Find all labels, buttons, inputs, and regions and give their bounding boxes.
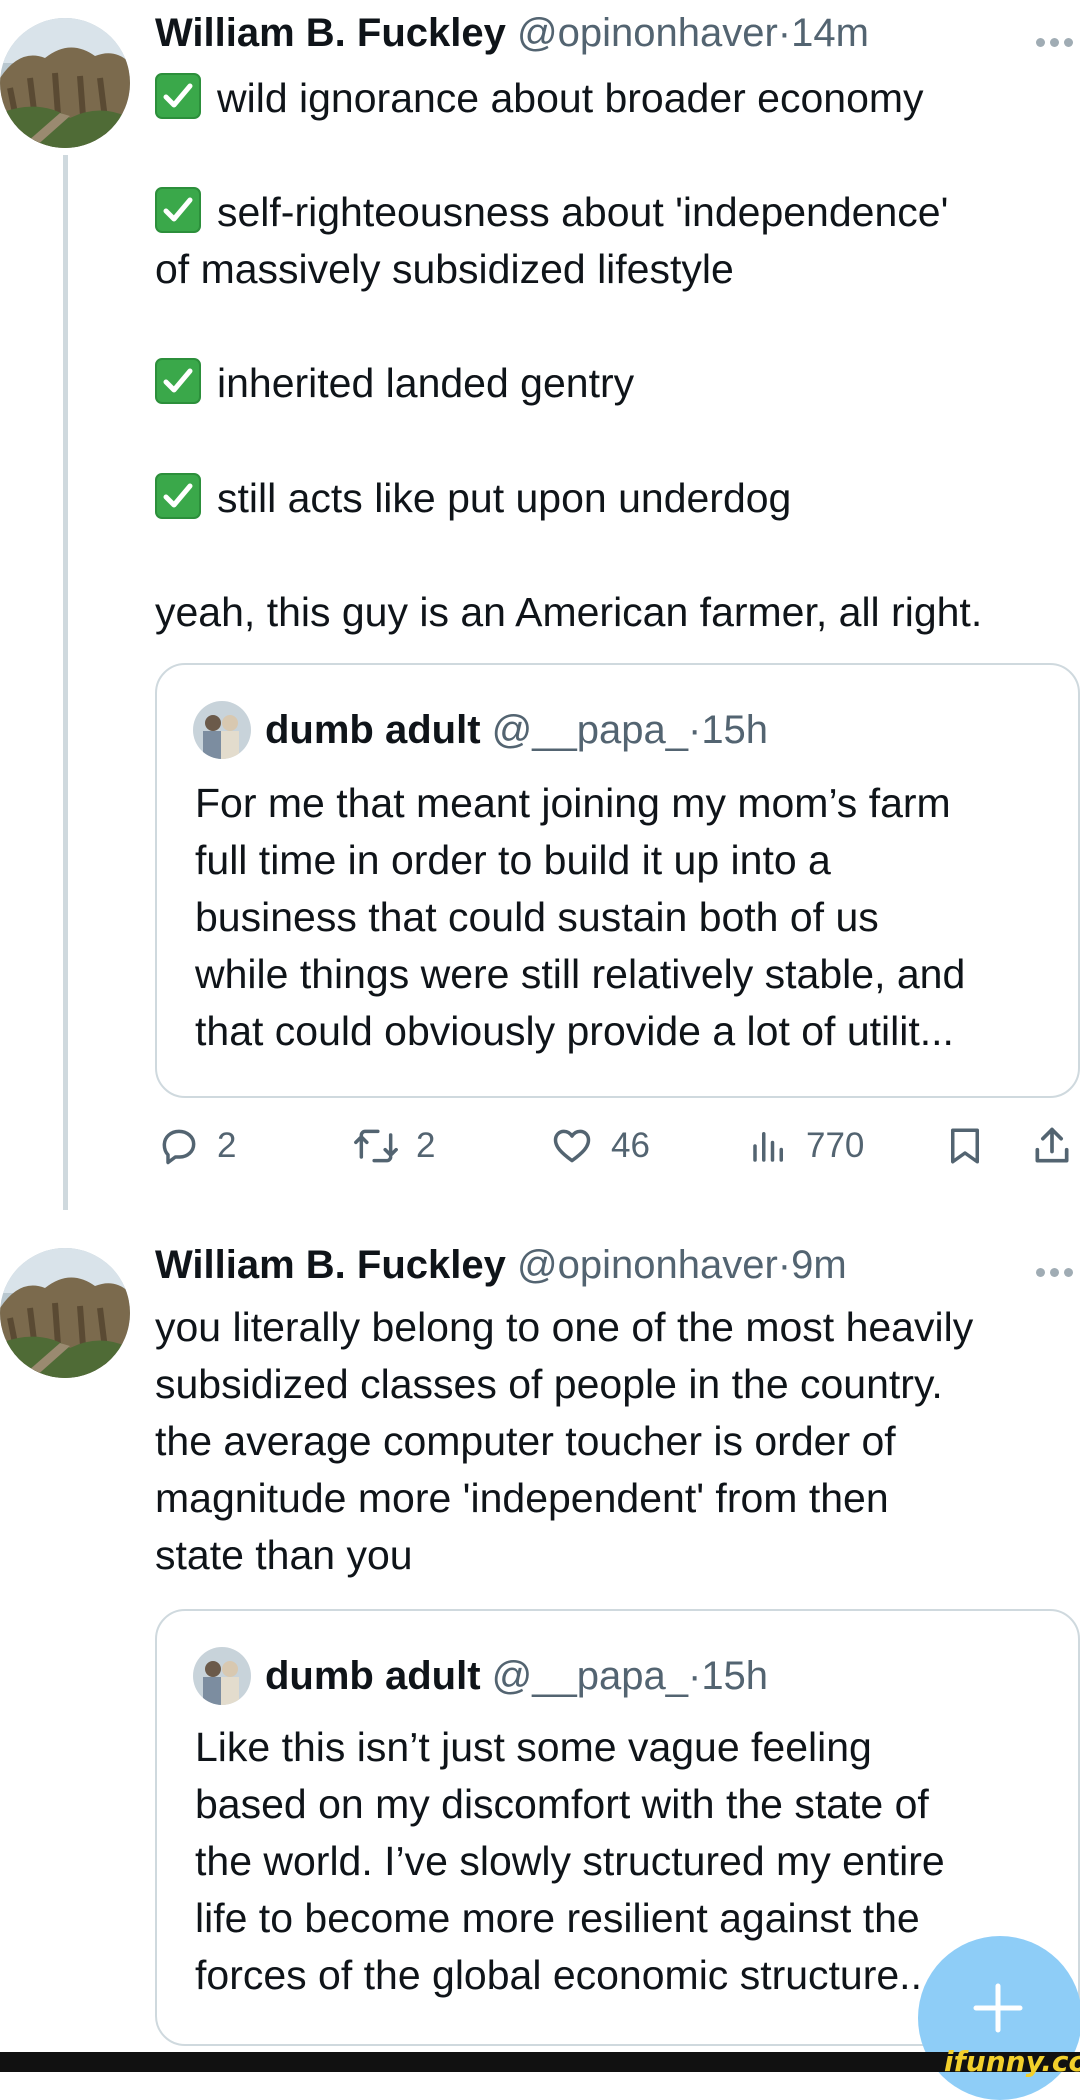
quoted-tweet-card[interactable]: dumb adult @__papa_·15h For me that mean…: [155, 663, 1080, 1098]
reply-icon: [162, 1129, 196, 1165]
views-count: 770: [806, 1126, 865, 1165]
tweet-text-line: you literally belong to one of the most …: [155, 1304, 974, 1350]
quoted-text-line: that could obviously provide a lot of ut…: [195, 1008, 954, 1054]
heart-icon: [553, 1129, 591, 1163]
separator-dot: ·: [777, 11, 792, 55]
quoted-text-line: For me that meant joining my mom’s farm: [195, 780, 951, 826]
quoted-tweet-timestamp: 15h: [701, 708, 769, 752]
tweet-text-line: state than you: [155, 1532, 413, 1578]
author-avatar[interactable]: [0, 1248, 130, 1378]
tweet-text-line: wild ignorance about broader economy: [155, 70, 924, 126]
quoted-author-handle: @__papa_: [491, 1654, 688, 1698]
repost-count: 2: [416, 1126, 436, 1165]
quoted-text-line: full time in order to build it up into a: [195, 837, 831, 883]
quoted-text-line: while things were still relatively stabl…: [195, 951, 966, 997]
tweet-text-line: yeah, this guy is an American farmer, al…: [155, 589, 983, 635]
quoted-author-avatar: [193, 1647, 251, 1705]
check-mark-icon: [155, 73, 201, 119]
quoted-tweet-header: dumb adult @__papa_·15h: [265, 708, 769, 752]
tweet-timestamp[interactable]: 14m: [791, 11, 869, 55]
compose-plus-icon: [973, 1983, 1023, 2033]
reply-button[interactable]: 2: [157, 1118, 236, 1174]
tweet-text-line: magnitude more 'independent' from then: [155, 1475, 889, 1521]
quoted-text-line: forces of the global economic structure.…: [195, 1952, 945, 1998]
author-name[interactable]: William B. Fuckley: [155, 1243, 506, 1287]
share-icon: [1035, 1127, 1069, 1163]
compose-button[interactable]: [918, 1936, 1080, 2100]
more-icon[interactable]: [1036, 1264, 1080, 1284]
quoted-text-line: the world. I’ve slowly structured my ent…: [195, 1838, 945, 1884]
quoted-author-name: dumb adult: [265, 708, 481, 752]
quoted-text-line: based on my discomfort with the state of: [195, 1781, 929, 1827]
quoted-text-line: business that could sustain both of us: [195, 894, 879, 940]
quoted-tweet-timestamp: 15h: [701, 1654, 769, 1698]
separator-dot: ·: [777, 1243, 792, 1287]
author-avatar[interactable]: [0, 18, 130, 148]
tweet-header: William B. Fuckley @opinonhaver·14m: [155, 8, 869, 58]
tweet-text-line: subsidized classes of people in the coun…: [155, 1361, 943, 1407]
quoted-author-avatar: [193, 701, 251, 759]
views-icon: [753, 1132, 783, 1162]
more-icon[interactable]: [1036, 34, 1080, 54]
tweet-text-line: still acts like put upon underdog: [155, 470, 791, 526]
tweet-text-line: self-righteousness about 'independence': [155, 184, 948, 240]
like-button[interactable]: 46: [549, 1118, 650, 1174]
bookmark-button[interactable]: [944, 1118, 986, 1174]
like-count: 46: [611, 1126, 650, 1165]
tweet-text-line: of massively subsidized lifestyle: [155, 246, 734, 292]
tweet-text-line: the average computer toucher is order of: [155, 1418, 896, 1464]
repost-icon: [354, 1129, 398, 1163]
reply-count: 2: [217, 1126, 237, 1165]
author-name[interactable]: William B. Fuckley: [155, 11, 506, 55]
check-mark-icon: [155, 358, 201, 404]
quoted-author-name: dumb adult: [265, 1654, 481, 1698]
share-button[interactable]: [1030, 1118, 1074, 1174]
tweet-header: William B. Fuckley @opinonhaver·9m: [155, 1240, 847, 1290]
tweet-timestamp[interactable]: 9m: [791, 1243, 847, 1287]
check-mark-icon: [155, 187, 201, 233]
repost-button[interactable]: 2: [352, 1118, 435, 1174]
quoted-text-line: Like this isn’t just some vague feeling: [195, 1724, 872, 1770]
thread-connector-line: [63, 155, 68, 1210]
author-handle[interactable]: @opinonhaver: [517, 1243, 778, 1287]
watermark-bar: [0, 2052, 1080, 2072]
quoted-text-line: life to become more resilient against th…: [195, 1895, 920, 1941]
views-button[interactable]: 770: [748, 1118, 864, 1174]
check-mark-icon: [155, 473, 201, 519]
tweet-text-line: inherited landed gentry: [155, 355, 634, 411]
author-handle[interactable]: @opinonhaver: [517, 11, 778, 55]
quoted-tweet-header: dumb adult @__papa_·15h: [265, 1654, 769, 1698]
bookmark-icon: [951, 1128, 979, 1164]
quoted-author-handle: @__papa_: [491, 708, 688, 752]
watermark-logo: ifunny.co: [944, 2045, 1080, 2078]
